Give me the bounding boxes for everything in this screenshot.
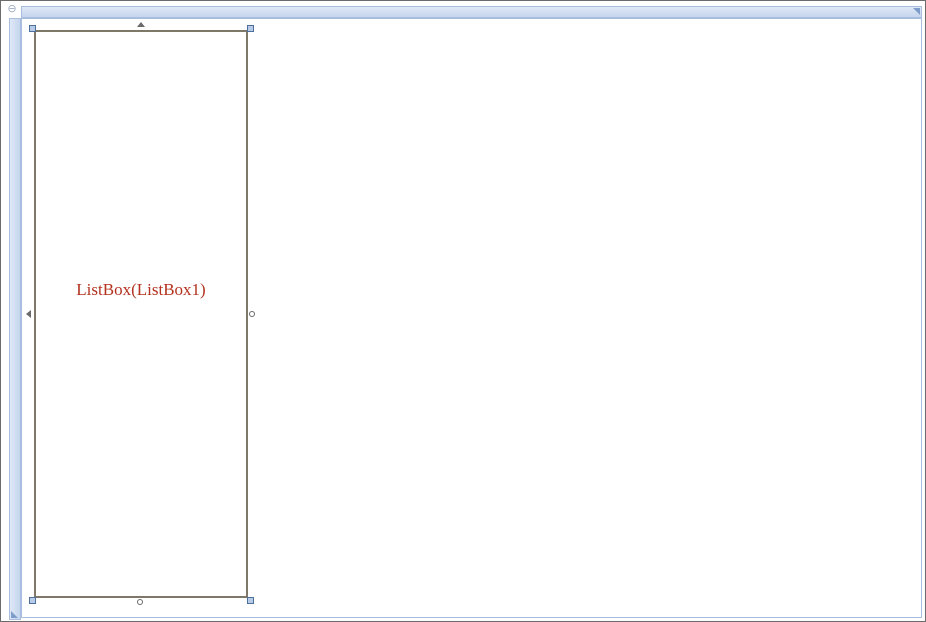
designer-frame: ⊖ ListBox(ListBox1) [0,0,926,622]
resize-handle-right[interactable] [249,311,255,317]
ruler-corner-icon [11,611,18,618]
resize-handle-top-right[interactable] [247,25,254,32]
top-ruler[interactable] [21,6,922,18]
listbox-control[interactable]: ListBox(ListBox1) [34,30,248,598]
resize-handle-bottom-right[interactable] [247,597,254,604]
anchor-top-arrow-icon[interactable] [137,22,145,27]
resize-handle-bottom[interactable] [137,599,143,605]
listbox-label: ListBox(ListBox1) [76,280,206,299]
grip-icon[interactable]: ⊖ [6,3,18,15]
resize-handle-bottom-left[interactable] [29,597,36,604]
anchor-left-arrow-icon[interactable] [26,310,31,318]
resize-handle-top-left[interactable] [29,25,36,32]
left-ruler[interactable] [9,18,21,620]
ruler-corner-icon [913,8,920,15]
